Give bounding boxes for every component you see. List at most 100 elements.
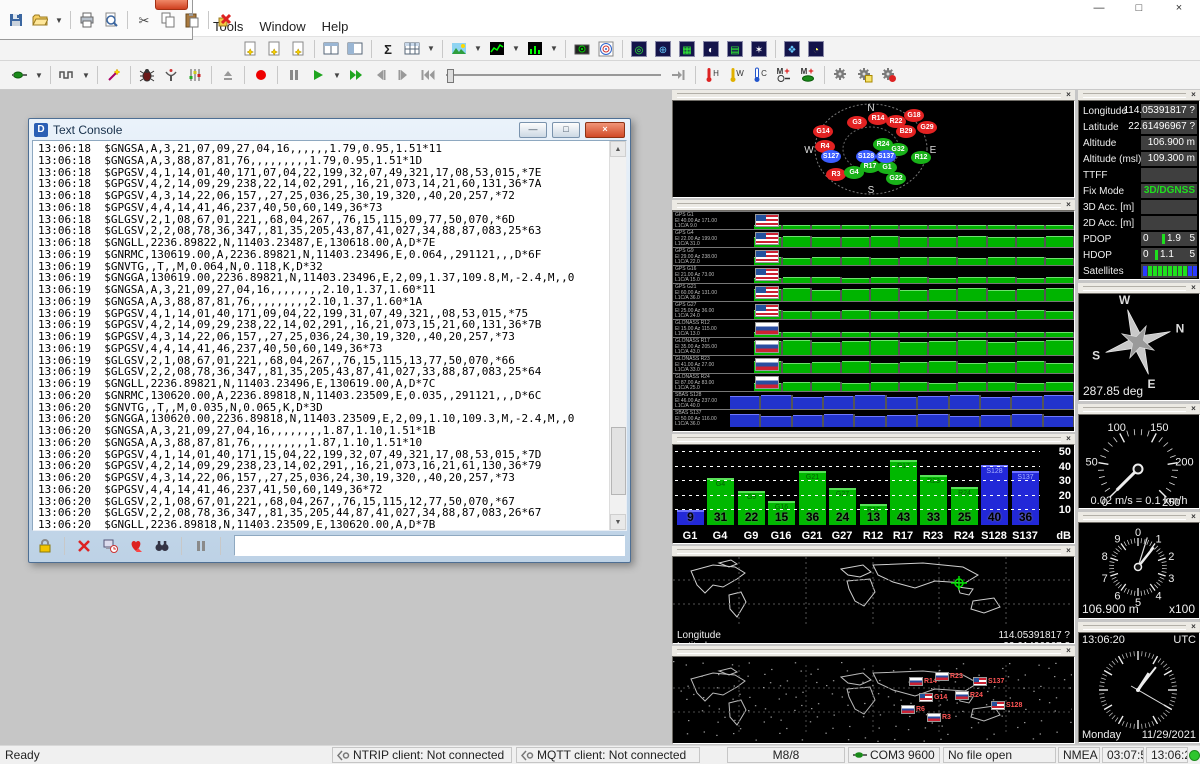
step-back-icon[interactable] <box>368 63 392 87</box>
panel-grip[interactable] <box>677 649 1061 654</box>
map-view-icon[interactable] <box>447 37 471 61</box>
scroll-thumb[interactable] <box>611 427 626 495</box>
find-icon[interactable] <box>151 535 173 557</box>
menu-help[interactable]: Help <box>314 18 357 35</box>
new-messages-view-icon[interactable] <box>238 37 262 61</box>
p-comp-header[interactable]: × <box>1078 283 1200 293</box>
play-dropdown[interactable]: ▼ <box>330 63 344 87</box>
connection-icon[interactable] <box>8 63 32 87</box>
signal-strength-icon[interactable]: ▦ <box>675 37 699 61</box>
histogram-view-dropdown[interactable]: ▼ <box>547 37 561 61</box>
warm-start-icon[interactable]: W <box>724 63 748 87</box>
print-icon[interactable] <box>75 8 99 32</box>
p-hist-header[interactable]: × <box>672 200 1075 210</box>
chart-view-dropdown[interactable]: ▼ <box>509 37 523 61</box>
copy-icon[interactable] <box>156 8 180 32</box>
close-window-icon[interactable]: × <box>1164 1 1194 15</box>
panel-grip[interactable] <box>1083 515 1186 520</box>
text-console-window[interactable]: D Text Console — □ × 13:06:18 $GNGSA,A,3… <box>28 118 631 563</box>
receiver-antenna-icon[interactable] <box>159 63 183 87</box>
pause-icon[interactable] <box>282 63 306 87</box>
panel-close-icon[interactable]: × <box>1064 547 1073 555</box>
load-receiver-config-icon[interactable]: M+ <box>796 63 820 87</box>
console-output-area[interactable]: 13:06:18 $GNGSA,A,3,21,07,09,27,04,16,,,… <box>32 140 627 531</box>
table-view-icon[interactable] <box>400 37 424 61</box>
open-dropdown-icon[interactable]: ▼ <box>52 8 66 32</box>
baudrate-icon[interactable] <box>55 63 79 87</box>
receiver-settings-icon[interactable] <box>183 63 207 87</box>
compass-view-icon[interactable]: ◐ <box>699 37 723 61</box>
autobauding-icon[interactable] <box>102 63 126 87</box>
camera-view-icon[interactable] <box>570 37 594 61</box>
docking-windows-icon[interactable]: ❖ <box>780 37 804 61</box>
panel-close-icon[interactable]: × <box>1064 201 1073 209</box>
menu-window[interactable]: Window <box>251 18 313 35</box>
save-icon[interactable] <box>4 8 28 32</box>
full-screen-icon[interactable]: ◔ <box>804 37 828 61</box>
jump-start-icon[interactable] <box>416 63 440 87</box>
console-minimize-icon[interactable]: — <box>519 122 547 138</box>
clear-console-icon[interactable] <box>73 535 95 557</box>
clock-view-icon[interactable]: ✶ <box>747 37 771 61</box>
record-log-icon[interactable] <box>125 535 147 557</box>
step-forward-icon[interactable] <box>392 63 416 87</box>
console-title-bar[interactable]: D Text Console — □ × <box>32 119 627 140</box>
slider-handle[interactable] <box>447 69 454 83</box>
panel-close-icon[interactable]: × <box>1189 513 1198 521</box>
new-statistic-view-icon[interactable] <box>286 37 310 61</box>
panel-grip[interactable] <box>677 549 1061 554</box>
pc-time-icon[interactable] <box>99 535 121 557</box>
map-view-dropdown[interactable]: ▼ <box>471 37 485 61</box>
new-config-view-icon[interactable] <box>262 37 286 61</box>
p-data-header[interactable]: × <box>1078 90 1200 100</box>
world-position-icon[interactable]: ⊕ <box>651 37 675 61</box>
sky-view-icon[interactable]: ◎ <box>627 37 651 61</box>
print-preview-icon[interactable] <box>99 8 123 32</box>
record-icon[interactable] <box>249 63 273 87</box>
status-com-port[interactable]: COM3 9600 <box>848 747 940 763</box>
play-icon[interactable] <box>306 63 330 87</box>
debug-messages-icon[interactable] <box>135 63 159 87</box>
fast-forward-icon[interactable] <box>344 63 368 87</box>
scroll-up-icon[interactable]: ▲ <box>610 141 626 157</box>
hot-start-icon[interactable]: H <box>700 63 724 87</box>
chart-view-icon[interactable] <box>485 37 509 61</box>
p-map2-header[interactable]: × <box>672 646 1075 656</box>
console-command-input[interactable] <box>234 535 625 556</box>
file-gear-icon[interactable] <box>853 63 877 87</box>
histogram-view-icon[interactable] <box>523 37 547 61</box>
panel-close-icon[interactable]: × <box>1064 647 1073 655</box>
p-speed-header[interactable]: × <box>1078 404 1200 414</box>
status-mqtt[interactable]: MQTT client: Not connected <box>516 747 700 763</box>
panel-close-icon[interactable]: × <box>1189 284 1198 292</box>
panel-grip[interactable] <box>1083 407 1186 412</box>
p-map-header[interactable]: × <box>672 546 1075 556</box>
status-protocol[interactable]: NMEA <box>1058 747 1100 763</box>
console-restore-icon[interactable]: □ <box>552 122 580 138</box>
paste-icon[interactable] <box>180 8 204 32</box>
panel-close-icon[interactable]: × <box>1064 435 1073 443</box>
panel-grip[interactable] <box>677 437 1061 442</box>
minimize-window-icon[interactable]: — <box>1084 1 1114 15</box>
p-alt-header[interactable]: × <box>1078 512 1200 522</box>
split-horizontal-icon[interactable] <box>319 37 343 61</box>
data-view-icon[interactable]: ▤ <box>723 37 747 61</box>
tools-gear-icon[interactable] <box>877 63 901 87</box>
panel-close-icon[interactable]: × <box>1189 405 1198 413</box>
p-lvl-header[interactable]: × <box>672 434 1075 444</box>
freeze-console-icon[interactable] <box>190 535 212 557</box>
cut-icon[interactable]: ✂ <box>132 8 156 32</box>
save-receiver-config-icon[interactable]: M+ <box>772 63 796 87</box>
panel-close-icon[interactable]: × <box>1189 623 1198 631</box>
statistic-view-icon[interactable]: Σ <box>376 37 400 61</box>
clear-file-icon[interactable] <box>213 8 237 32</box>
panel-close-icon[interactable]: × <box>1064 91 1073 99</box>
panel-grip[interactable] <box>1083 286 1186 291</box>
connection-dropdown[interactable]: ▼ <box>32 63 46 87</box>
nmea-log[interactable]: 13:06:18 $GNGSA,A,3,21,07,09,27,04,16,,,… <box>33 141 616 531</box>
baudrate-dropdown[interactable]: ▼ <box>79 63 93 87</box>
scroll-down-icon[interactable]: ▼ <box>610 514 626 530</box>
panel-close-icon[interactable]: × <box>1189 91 1198 99</box>
split-vertical-icon[interactable] <box>343 37 367 61</box>
panel-grip[interactable] <box>677 203 1061 208</box>
